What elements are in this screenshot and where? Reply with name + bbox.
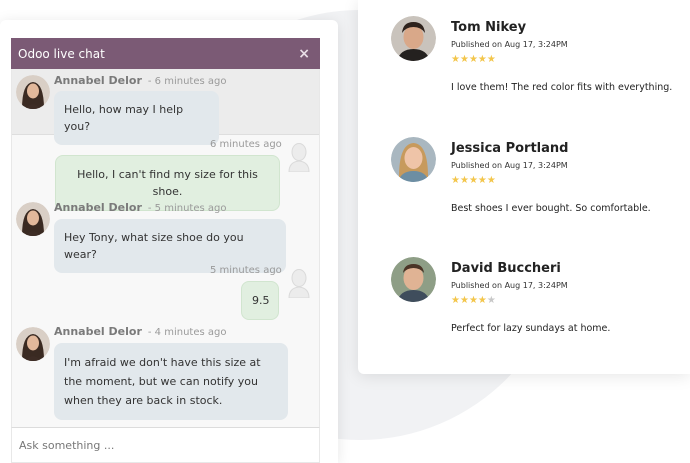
reviewer-name: David Buccheri (451, 261, 561, 276)
message-bubble: Hello, how may I help you? (54, 91, 219, 145)
star-icon: ★ (451, 54, 460, 65)
message-author: Annabel Delor (54, 74, 142, 87)
star-icon: ★ (477, 175, 487, 186)
review-rating: ★★★★★ (451, 54, 496, 65)
live-chat-window: Odoo live chat × Annabel Delor - 6 minute… (0, 20, 338, 463)
star-icon: ★ (451, 175, 460, 186)
chat-message-input[interactable] (19, 438, 319, 452)
message-time: - 6 minutes ago (147, 76, 227, 87)
star-icon: ★ (486, 54, 496, 65)
agent-avatar (16, 202, 50, 236)
agent-avatar (16, 75, 50, 109)
message-time: - 4 minutes ago (147, 327, 227, 338)
star-icon: ★ (459, 175, 469, 186)
visitor-avatar-icon (286, 142, 312, 173)
product-reviews-card: Tom Nikey Published on Aug 17, 3:24PM ★★… (358, 0, 690, 374)
review-rating: ★★★★★ (451, 295, 496, 306)
reviewer-avatar (391, 257, 436, 302)
message-time: 6 minutes ago (210, 139, 282, 150)
star-icon: ★ (459, 54, 469, 65)
message-meta: Annabel Delor - 6 minutes ago (54, 74, 226, 87)
review-date: Published on Aug 17, 3:24PM (451, 40, 568, 49)
star-icon: ★ (477, 54, 487, 65)
message-author: Annabel Delor (54, 201, 142, 214)
star-icon: ★ (486, 175, 496, 186)
star-icon: ★ (451, 295, 460, 306)
star-icon: ★ (468, 175, 478, 186)
reviewer-name: Tom Nikey (451, 20, 527, 35)
star-icon: ★ (486, 295, 496, 306)
reviewer-avatar (391, 137, 436, 182)
chat-input-container[interactable] (11, 427, 320, 463)
visitor-avatar-icon (286, 268, 312, 299)
message-meta: Annabel Delor - 5 minutes ago (54, 201, 226, 214)
message-bubble: I'm afraid we don't have this size at th… (54, 343, 288, 420)
chat-messages[interactable]: Annabel Delor - 6 minutes ago Hello, how … (11, 69, 320, 427)
review-text: I love them! The red color fits with eve… (451, 82, 673, 93)
message-time: - 5 minutes ago (147, 203, 227, 214)
chat-title: Odoo live chat (18, 46, 105, 61)
message-bubble: 9.5 (241, 281, 279, 320)
reviewer-avatar (391, 16, 436, 61)
chat-header: Odoo live chat × (11, 38, 320, 69)
star-icon: ★ (468, 54, 478, 65)
star-icon: ★ (468, 295, 478, 306)
message-author: Annabel Delor (54, 325, 142, 338)
agent-avatar (16, 327, 50, 361)
star-icon: ★ (477, 295, 487, 306)
message-time: 5 minutes ago (210, 265, 282, 276)
star-icon: ★ (459, 295, 469, 306)
review-date: Published on Aug 17, 3:24PM (451, 161, 568, 170)
review-rating: ★★★★★ (451, 175, 496, 186)
review-text: Perfect for lazy sundays at home. (451, 323, 611, 334)
close-icon[interactable]: × (298, 46, 310, 62)
reviewer-name: Jessica Portland (451, 141, 569, 156)
review-text: Best shoes I ever bought. So comfortable… (451, 203, 651, 214)
message-meta: Annabel Delor - 4 minutes ago (54, 325, 226, 338)
review-date: Published on Aug 17, 3:24PM (451, 281, 568, 290)
